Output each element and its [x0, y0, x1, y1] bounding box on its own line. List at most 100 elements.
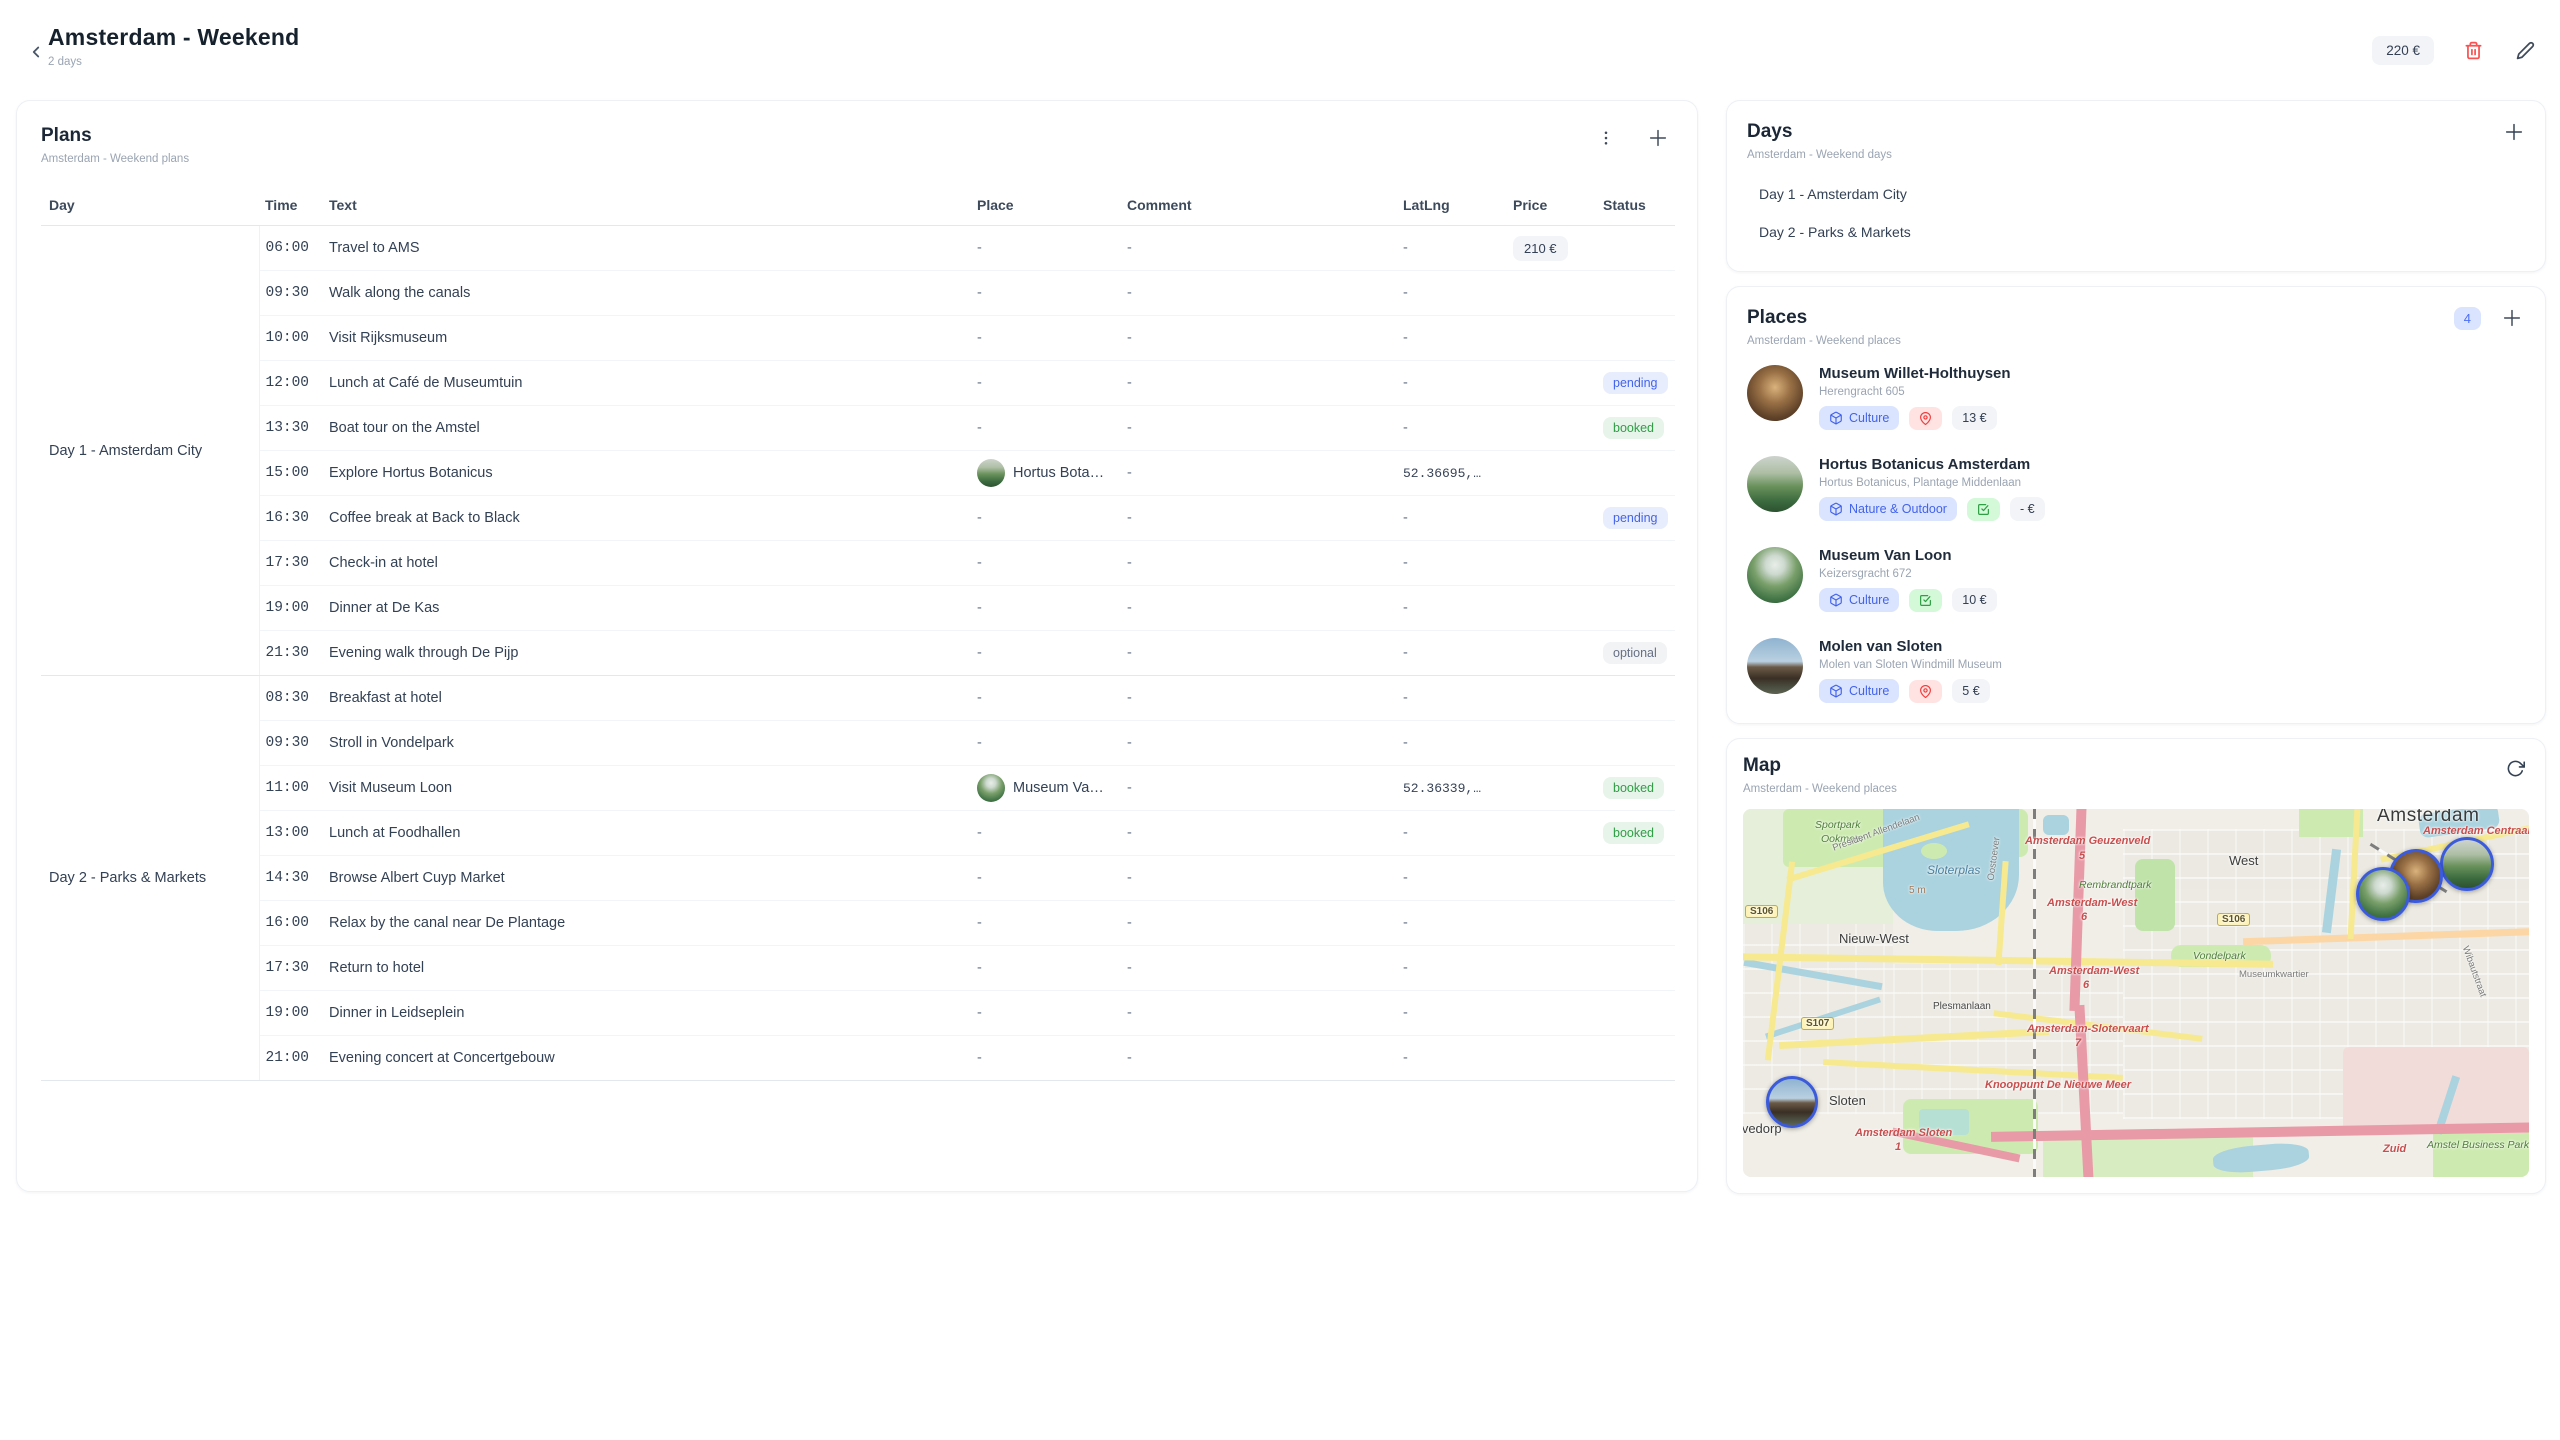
map-label: Vondelpark — [2193, 950, 2246, 962]
plan-row[interactable]: 09:30Walk along the canals--- — [41, 271, 1675, 316]
day-group-label: Day 2 - Parks & Markets — [41, 676, 259, 1081]
cube-icon — [1829, 593, 1843, 607]
place-item[interactable]: Hortus Botanicus Amsterdam Hortus Botani… — [1747, 456, 2525, 521]
day-list-item[interactable]: Day 1 - Amsterdam City — [1747, 175, 2525, 213]
map-subtitle: Amsterdam - Weekend places — [1743, 783, 2529, 795]
map-label: 5 — [2079, 850, 2085, 862]
plans-menu-button[interactable] — [1593, 125, 1619, 151]
map-green-area — [2135, 859, 2175, 931]
map-place-marker-hortus[interactable] — [2440, 837, 2494, 891]
category-badge: Nature & Outdoor — [1819, 497, 1957, 521]
plan-row[interactable]: 14:30Browse Albert Cuyp Market--- — [41, 856, 1675, 901]
places-card: Places Amsterdam - Weekend places 4 Muse… — [1726, 286, 2546, 724]
plan-status: pending — [1597, 361, 1675, 406]
plan-row[interactable]: 13:30Boat tour on the Amstel---booked — [41, 406, 1675, 451]
map-label: Sloterplas — [1927, 863, 1980, 877]
place-item[interactable]: Museum Van Loon Keizersgracht 672 Cultur… — [1747, 547, 2525, 612]
column-header-place: Place — [971, 187, 1121, 226]
plan-place: - — [971, 946, 1121, 991]
plan-row[interactable]: Day 2 - Parks & Markets08:30Breakfast at… — [41, 676, 1675, 721]
place-photo — [1747, 547, 1803, 603]
map-label: Amsterdam Sloten — [1855, 1127, 1952, 1139]
plan-row[interactable]: 10:00Visit Rijksmuseum--- — [41, 316, 1675, 361]
location-pin-badge — [1909, 680, 1942, 703]
add-plan-button[interactable] — [1645, 125, 1671, 151]
map-label: Amsterdam-Slotervaart — [2027, 1023, 2149, 1035]
plan-price — [1507, 406, 1597, 451]
plan-time: 12:00 — [259, 361, 323, 406]
plan-latlng: - — [1397, 406, 1507, 451]
back-button[interactable] — [22, 38, 50, 66]
plan-row[interactable]: 11:00Visit Museum LoonMuseum Va…-52.3633… — [41, 766, 1675, 811]
map-pin-icon — [1919, 685, 1932, 698]
map-canvas[interactable]: AmsterdamAmsterdam CentraalSportparkOokm… — [1743, 809, 2529, 1177]
cube-icon — [1829, 502, 1843, 516]
plans-subtitle: Amsterdam - Weekend plans — [41, 153, 1673, 165]
plan-status — [1597, 901, 1675, 946]
plan-text: Return to hotel — [323, 946, 971, 991]
plan-text: Dinner at De Kas — [323, 586, 971, 631]
day-group-label: Day 1 - Amsterdam City — [41, 226, 259, 676]
plan-status — [1597, 1036, 1675, 1081]
plan-comment: - — [1121, 946, 1397, 991]
plan-comment: - — [1121, 676, 1397, 721]
plan-row[interactable]: 09:30Stroll in Vondelpark--- — [41, 721, 1675, 766]
plan-row[interactable]: Day 1 - Amsterdam City06:00Travel to AMS… — [41, 226, 1675, 271]
map-title: Map — [1743, 755, 2529, 777]
plan-comment: - — [1121, 226, 1397, 271]
delete-trip-button[interactable] — [2460, 38, 2486, 64]
map-label: S107 — [1801, 1017, 1834, 1030]
plan-row[interactable]: 21:30Evening walk through De Pijp---opti… — [41, 631, 1675, 676]
plans-title: Plans — [41, 125, 1673, 147]
plan-row[interactable]: 16:00Relax by the canal near De Plantage… — [41, 901, 1675, 946]
plan-comment: - — [1121, 406, 1397, 451]
days-subtitle: Amsterdam - Weekend days — [1747, 149, 2525, 161]
plan-place: - — [971, 496, 1121, 541]
plan-place: - — [971, 631, 1121, 676]
plan-row[interactable]: 16:30Coffee break at Back to Black---pen… — [41, 496, 1675, 541]
plan-time: 21:00 — [259, 1036, 323, 1081]
plan-place: Hortus Bota… — [971, 451, 1121, 496]
plan-latlng: - — [1397, 271, 1507, 316]
status-badge: booked — [1603, 822, 1664, 844]
plan-text: Relax by the canal near De Plantage — [323, 901, 971, 946]
plan-latlng: 52.36695,… — [1397, 451, 1507, 496]
plan-latlng: - — [1397, 811, 1507, 856]
plan-status: optional — [1597, 631, 1675, 676]
place-address: Herengracht 605 — [1819, 386, 2011, 398]
plan-latlng: - — [1397, 316, 1507, 361]
plan-time: 11:00 — [259, 766, 323, 811]
add-place-button[interactable] — [2499, 305, 2525, 331]
places-subtitle: Amsterdam - Weekend places — [1747, 335, 2525, 347]
plan-status — [1597, 721, 1675, 766]
plan-status: pending — [1597, 496, 1675, 541]
place-item[interactable]: Museum Willet-Holthuysen Herengracht 605… — [1747, 365, 2525, 430]
map-place-marker-vanloon[interactable] — [2356, 867, 2410, 921]
plan-row[interactable]: 21:00Evening concert at Concertgebouw--- — [41, 1036, 1675, 1081]
plan-row[interactable]: 19:00Dinner at De Kas--- — [41, 586, 1675, 631]
top-header: Amsterdam - Weekend 2 days 220 € — [0, 0, 2560, 90]
place-photo — [1747, 365, 1803, 421]
plan-row[interactable]: 17:30Return to hotel--- — [41, 946, 1675, 991]
day-list-item[interactable]: Day 2 - Parks & Markets — [1747, 213, 2525, 251]
plan-place: - — [971, 316, 1121, 361]
plan-row[interactable]: 12:00Lunch at Café de Museumtuin---pendi… — [41, 361, 1675, 406]
plan-row[interactable]: 13:00Lunch at Foodhallen---booked — [41, 811, 1675, 856]
plan-place: - — [971, 856, 1121, 901]
plan-latlng: - — [1397, 856, 1507, 901]
map-refresh-button[interactable] — [2506, 759, 2525, 778]
add-day-button[interactable] — [2503, 121, 2525, 143]
map-place-marker-molen[interactable] — [1766, 1076, 1818, 1128]
places-list: Museum Willet-Holthuysen Herengracht 605… — [1747, 365, 2525, 703]
location-pin-badge — [1909, 407, 1942, 430]
plan-row[interactable]: 19:00Dinner in Leidseplein--- — [41, 991, 1675, 1036]
place-item[interactable]: Molen van Sloten Molen van Sloten Windmi… — [1747, 638, 2525, 703]
plan-place: - — [971, 1036, 1121, 1081]
plan-row[interactable]: 15:00Explore Hortus BotanicusHortus Bota… — [41, 451, 1675, 496]
plan-row[interactable]: 17:30Check-in at hotel--- — [41, 541, 1675, 586]
plan-text: Visit Museum Loon — [323, 766, 971, 811]
header-actions: 220 € — [2372, 36, 2538, 65]
edit-trip-button[interactable] — [2512, 38, 2538, 64]
days-card: Days Amsterdam - Weekend days Day 1 - Am… — [1726, 100, 2546, 272]
page-title: Amsterdam - Weekend — [48, 24, 299, 51]
